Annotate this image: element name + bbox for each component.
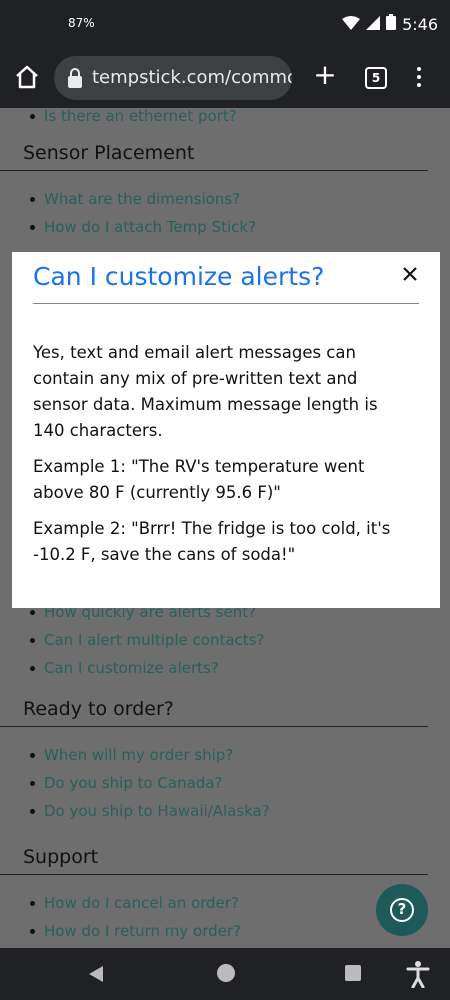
status-bar: 87% 5:46 xyxy=(0,0,450,50)
modal-paragraph: Example 2: "Brrr! The fridge is too cold… xyxy=(33,519,391,564)
help-button[interactable]: ? xyxy=(376,884,428,936)
tab-switcher-button[interactable]: 5 xyxy=(365,67,387,89)
signal-icon xyxy=(366,15,381,34)
faq-link[interactable]: When will my order ship? xyxy=(26,741,450,769)
faq-link[interactable]: Do you ship to Hawaii/Alaska? xyxy=(26,797,450,825)
back-icon[interactable] xyxy=(87,964,105,984)
accessibility-icon[interactable] xyxy=(406,960,430,989)
faq-modal: Can I customize alerts? Yes, text and em… xyxy=(12,252,440,608)
modal-paragraph: Yes, text and email alert messages can c… xyxy=(33,343,378,440)
browser-toolbar: tempstick.com/common + 5 xyxy=(0,50,450,108)
address-bar[interactable]: tempstick.com/common xyxy=(54,56,292,100)
modal-paragraph: Example 1: "The RV's temperature went ab… xyxy=(33,457,365,502)
recent-apps-icon[interactable] xyxy=(345,965,361,981)
section-heading: Ready to order? xyxy=(0,698,428,727)
modal-divider xyxy=(33,303,419,304)
url-text: tempstick.com/common xyxy=(92,67,292,88)
faq-link[interactable]: Do you ship to Canada? xyxy=(26,769,450,797)
faq-link[interactable]: What are the dimensions? xyxy=(26,185,450,213)
faq-link[interactable]: Can I alert multiple contacts? xyxy=(26,626,264,654)
modal-body: Yes, text and email alert messages can c… xyxy=(33,340,414,578)
lock-icon xyxy=(66,68,84,88)
battery-icon xyxy=(386,14,397,34)
battery-percent: 87% xyxy=(68,16,95,30)
faq-link[interactable]: Can I customize alerts? xyxy=(26,654,264,682)
section-heading: Support xyxy=(0,846,428,875)
home-icon[interactable] xyxy=(14,64,40,90)
wifi-icon xyxy=(342,15,361,34)
help-icon: ? xyxy=(390,898,414,922)
modal-title: Can I customize alerts? xyxy=(33,262,325,291)
home-nav-icon[interactable] xyxy=(217,964,235,982)
faq-link[interactable]: How do I attach Temp Stick? xyxy=(26,213,450,241)
system-nav-bar xyxy=(0,948,450,1000)
new-tab-button[interactable]: + xyxy=(312,61,338,89)
section-heading: Sensor Placement xyxy=(0,142,428,171)
faq-link[interactable]: Is there an ethernet port? xyxy=(26,108,450,130)
clock: 5:46 xyxy=(402,14,438,34)
close-icon[interactable] xyxy=(400,264,420,284)
more-menu-icon[interactable] xyxy=(414,65,424,89)
